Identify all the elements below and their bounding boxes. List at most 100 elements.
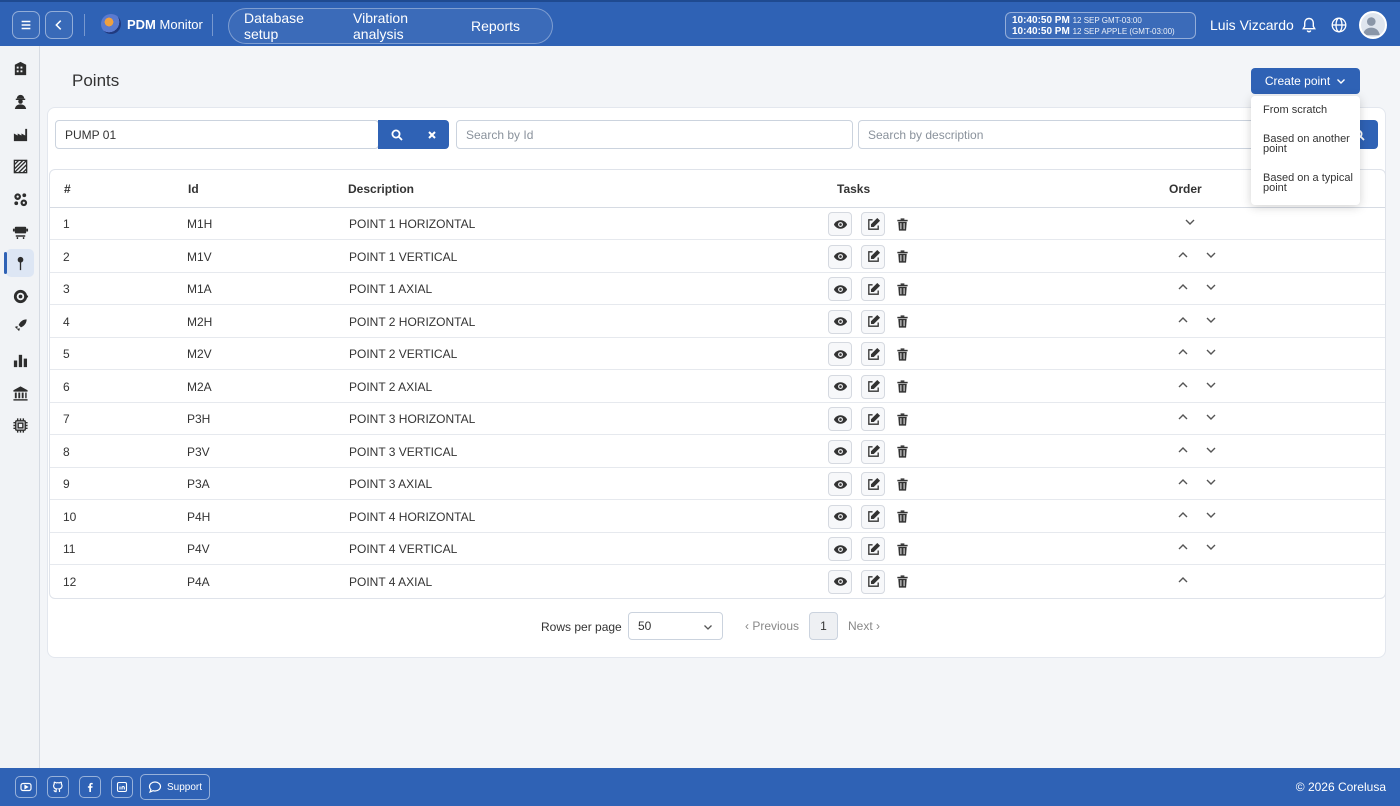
row-number: 4 <box>63 314 70 329</box>
delete-button[interactable] <box>890 505 914 529</box>
sidebar-item-plants[interactable] <box>6 120 34 148</box>
move-up-button[interactable] <box>1177 541 1191 555</box>
sidebar-item-statistics[interactable] <box>6 346 34 374</box>
move-up-button[interactable] <box>1177 379 1191 393</box>
back-button[interactable] <box>45 11 73 39</box>
clock-widget[interactable]: 10:40:50 PM 12 SEP GMT-03:00 10:40:50 PM… <box>1005 12 1196 39</box>
delete-button[interactable] <box>890 375 914 399</box>
asset-clear-button[interactable] <box>415 120 449 149</box>
view-button[interactable] <box>828 569 852 594</box>
facebook-button[interactable] <box>79 776 101 798</box>
youtube-button[interactable] <box>15 776 37 798</box>
next-page-button[interactable]: Next › <box>848 619 880 633</box>
move-up-button[interactable] <box>1177 476 1191 490</box>
asset-search-button[interactable] <box>378 120 415 149</box>
move-up-button[interactable] <box>1177 249 1191 263</box>
view-button[interactable] <box>828 374 852 399</box>
support-button[interactable]: Support <box>140 774 210 800</box>
sidebar-item-areas[interactable] <box>6 152 34 180</box>
move-down-button[interactable] <box>1205 314 1219 328</box>
edit-button[interactable] <box>861 537 885 561</box>
view-button[interactable] <box>828 309 852 334</box>
delete-button[interactable] <box>890 212 914 236</box>
move-up-button[interactable] <box>1177 281 1191 295</box>
rows-per-page-select[interactable]: 50 <box>628 612 723 640</box>
move-down-button[interactable] <box>1205 281 1219 295</box>
edit-button[interactable] <box>861 472 885 496</box>
delete-button[interactable] <box>890 277 914 301</box>
github-button[interactable] <box>47 776 69 798</box>
previous-page-button[interactable]: ‹ Previous <box>745 619 799 633</box>
view-button[interactable] <box>828 439 852 464</box>
edit-button[interactable] <box>861 374 885 399</box>
edit-button[interactable] <box>861 504 885 529</box>
linkedin-button[interactable] <box>111 776 133 798</box>
notifications-button[interactable] <box>1300 16 1318 34</box>
menu-item-based-on-typical-point[interactable]: Based on a typical point <box>1263 173 1353 194</box>
asset-search-input[interactable]: PUMP 01 <box>55 120 379 149</box>
user-name[interactable]: Luis Vizcardo <box>1210 17 1294 33</box>
sidebar-item-users[interactable] <box>6 87 34 115</box>
edit-button[interactable] <box>861 244 885 269</box>
move-down-button[interactable] <box>1205 444 1219 458</box>
view-button[interactable] <box>828 212 852 236</box>
delete-button[interactable] <box>890 440 914 464</box>
create-point-button[interactable]: Create point <box>1251 68 1360 94</box>
move-down-button[interactable] <box>1205 541 1219 555</box>
sidebar-item-components[interactable] <box>6 282 34 310</box>
edit-button[interactable] <box>861 309 885 334</box>
edit-button[interactable] <box>861 407 885 431</box>
view-button[interactable] <box>828 504 852 529</box>
nav-vibration-analysis[interactable]: Vibration analysis <box>353 10 439 42</box>
delete-button[interactable] <box>890 472 914 496</box>
sidebar-item-launch[interactable] <box>6 311 34 339</box>
sidebar-item-points[interactable] <box>4 249 34 277</box>
edit-button[interactable] <box>861 439 885 464</box>
move-up-button[interactable] <box>1177 574 1191 588</box>
move-down-button[interactable] <box>1205 509 1219 523</box>
delete-button[interactable] <box>890 342 914 366</box>
view-button[interactable] <box>828 277 852 301</box>
edit-button[interactable] <box>861 212 885 236</box>
nav-reports[interactable]: Reports <box>471 18 520 34</box>
move-down-button[interactable] <box>1205 411 1219 425</box>
nav-database-setup[interactable]: Database setup <box>244 10 321 42</box>
page-number-button[interactable]: 1 <box>809 612 838 640</box>
sidebar-item-devices[interactable] <box>6 411 34 439</box>
view-button[interactable] <box>828 244 852 269</box>
view-button[interactable] <box>828 342 852 366</box>
view-button[interactable] <box>828 537 852 561</box>
sidebar-item-machines[interactable] <box>6 217 34 245</box>
move-up-button[interactable] <box>1177 411 1191 425</box>
move-down-button[interactable] <box>1205 476 1219 490</box>
id-search-input[interactable]: Search by Id <box>456 120 853 149</box>
delete-button[interactable] <box>890 537 914 561</box>
view-button[interactable] <box>828 407 852 431</box>
menu-toggle-button[interactable] <box>12 11 40 39</box>
delete-button[interactable] <box>890 407 914 431</box>
language-button[interactable] <box>1330 16 1348 34</box>
move-up-button[interactable] <box>1177 346 1191 360</box>
move-up-button[interactable] <box>1177 444 1191 458</box>
move-down-button[interactable] <box>1205 379 1219 393</box>
description-search-input[interactable]: Search by description <box>858 120 1263 149</box>
delete-button[interactable] <box>890 310 914 334</box>
move-down-button[interactable] <box>1205 249 1219 263</box>
move-up-button[interactable] <box>1177 314 1191 328</box>
move-down-button[interactable] <box>1205 346 1219 360</box>
move-up-button[interactable] <box>1177 509 1191 523</box>
edit-button[interactable] <box>861 277 885 301</box>
menu-item-based-on-another-point[interactable]: Based on another point <box>1263 134 1353 155</box>
sidebar-item-equipment[interactable] <box>6 185 34 213</box>
sidebar-item-companies[interactable] <box>6 54 34 82</box>
app-brand[interactable]: PDM Monitor <box>101 14 203 34</box>
menu-item-from-scratch[interactable]: From scratch <box>1263 105 1353 116</box>
sidebar-item-institutions[interactable] <box>6 379 34 407</box>
user-avatar[interactable] <box>1359 11 1387 39</box>
delete-button[interactable] <box>890 245 914 269</box>
edit-button[interactable] <box>861 342 885 366</box>
delete-button[interactable] <box>890 570 914 594</box>
move-down-button[interactable] <box>1184 216 1198 230</box>
view-button[interactable] <box>828 472 852 496</box>
edit-button[interactable] <box>861 569 885 594</box>
